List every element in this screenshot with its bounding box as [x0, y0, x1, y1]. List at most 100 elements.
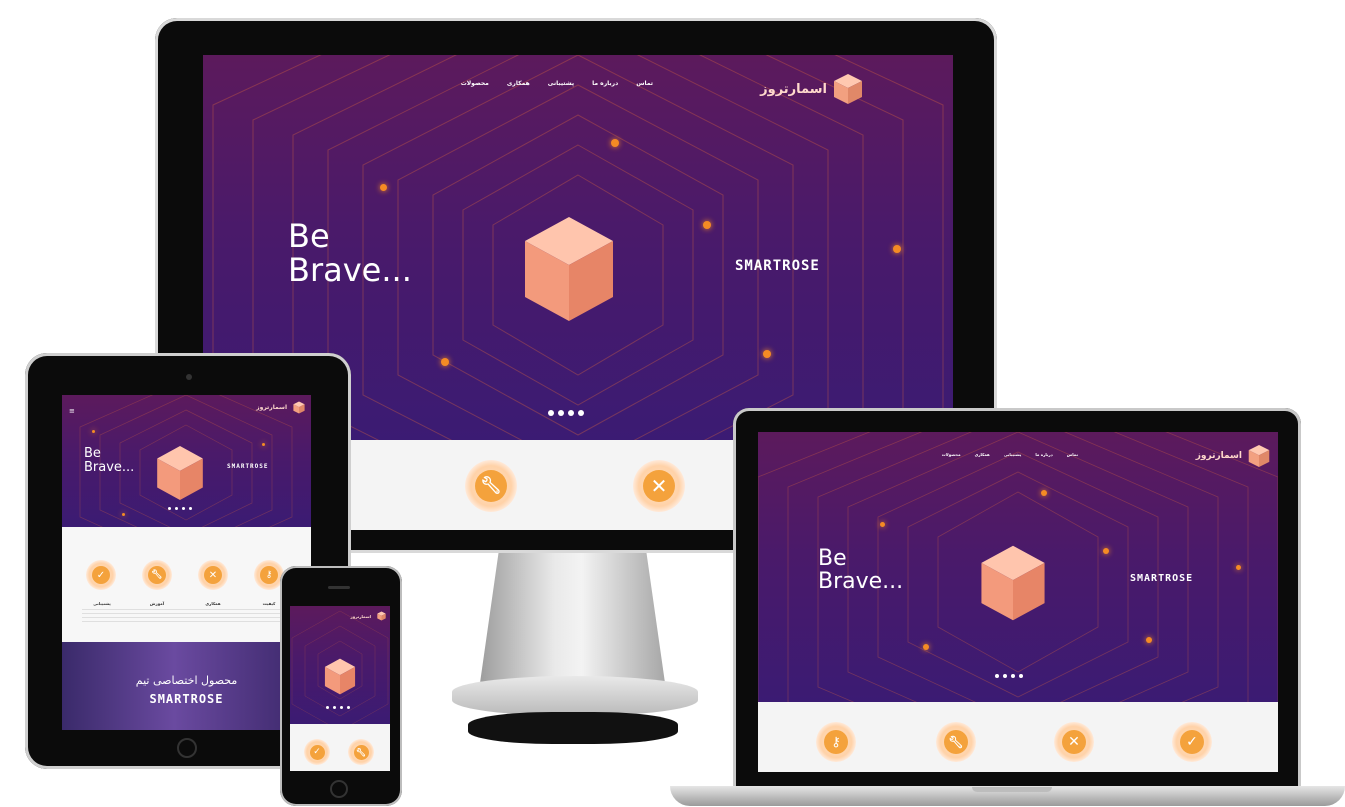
headline-line-2: Brave... [818, 569, 904, 595]
check-icon[interactable]: ✓ [86, 560, 116, 590]
laptop-trackpad-notch [972, 787, 1052, 792]
cube-logo-icon [834, 74, 862, 104]
cube-logo-icon [377, 611, 386, 621]
nav-item-4[interactable]: درباره ما [592, 80, 618, 87]
features-section: ⚷ 🔧︎ ✕ ✓ [758, 702, 1278, 772]
wrench-icon[interactable]: 🔧︎ [348, 739, 374, 765]
cube-logo-icon [293, 401, 305, 414]
product-banner-line-2: SMARTROSE [149, 692, 224, 706]
brand-name: اسمارتروز [256, 404, 287, 411]
slider-dot[interactable] [995, 674, 999, 678]
hero-cube-graphic [157, 446, 203, 500]
slider-dot[interactable] [1003, 674, 1007, 678]
headline-line-1: Be [84, 446, 101, 461]
slider-dots [326, 706, 350, 709]
slider-dot[interactable] [347, 706, 350, 709]
phone-screen: اسمارتروز ✓ 🔧︎ [290, 606, 390, 771]
cube-logo-icon [1248, 445, 1270, 467]
tablet-home-button[interactable] [177, 738, 197, 758]
laptop-screen: اسمارتروز محصولات همکاری پشتیبانی درباره… [758, 432, 1278, 772]
main-navigation: محصولات همکاری پشتیبانی درباره ما تماس [461, 80, 653, 87]
monitor-stand-base [452, 676, 698, 716]
main-navigation: محصولات همکاری پشتیبانی درباره ما تماس [942, 452, 1078, 457]
hero-wordmark: SMARTROSE [227, 463, 269, 470]
nav-item-3[interactable]: پشتیبانی [1004, 452, 1022, 457]
product-banner: محصول اختصاصی تیم SMARTROSE [62, 642, 311, 730]
site-logo[interactable]: اسمارتروز [1196, 444, 1270, 468]
headline-line-1: Be [288, 217, 330, 255]
nav-item-3[interactable]: پشتیبانی [548, 80, 574, 87]
hero-cube-graphic [525, 217, 613, 321]
orb [611, 139, 619, 147]
orb [380, 184, 387, 191]
slider-dot[interactable] [1019, 674, 1023, 678]
feature-description-lines [82, 609, 292, 623]
hero-headline: Be Brave... [818, 547, 903, 593]
slider-dot[interactable] [1011, 674, 1015, 678]
orb [880, 522, 885, 527]
phone-speaker [328, 586, 350, 589]
hero-wordmark: SMARTROSE [1130, 573, 1194, 584]
feature-title: پشتیبانی [93, 601, 111, 606]
orb [703, 221, 711, 229]
site-logo[interactable]: اسمارتروز [350, 611, 386, 621]
nav-item-4[interactable]: درباره ما [1035, 452, 1052, 457]
product-banner-line-1: محصول اختصاصی تیم [135, 674, 238, 687]
orb [92, 430, 95, 433]
slider-dots [995, 674, 1023, 678]
brand-name: اسمارتروز [1195, 451, 1242, 461]
nav-item-5[interactable]: تماس [1067, 452, 1078, 457]
tablet-camera [186, 374, 192, 380]
slider-dots [548, 410, 584, 416]
check-icon[interactable]: ✓ [304, 739, 330, 765]
wrench-icon[interactable]: 🔧︎ [142, 560, 172, 590]
slider-dot[interactable] [175, 507, 178, 510]
nav-item-2[interactable]: همکاری [507, 80, 530, 87]
slider-dot[interactable] [333, 706, 336, 709]
hero-cube-graphic [981, 545, 1045, 621]
site-logo[interactable]: اسمارتروز [256, 401, 305, 414]
nav-item-1[interactable]: محصولات [461, 80, 489, 87]
phone-hero: اسمارتروز [290, 606, 390, 724]
close-icon[interactable]: ✕ [1054, 722, 1094, 762]
tablet-screen: اسمارتروز ≡ Be Brave... SMARTROSE ✓ 🔧︎ ✕… [62, 395, 311, 730]
orb [1103, 548, 1109, 554]
close-icon[interactable]: ✕ [198, 560, 228, 590]
slider-dot[interactable] [578, 410, 584, 416]
brand-name: اسمارتروز [760, 81, 827, 97]
slider-dot[interactable] [568, 410, 574, 416]
hero-headline: Be Brave... [84, 447, 134, 474]
slider-dot[interactable] [189, 507, 192, 510]
orb [441, 358, 449, 366]
orb [763, 350, 771, 358]
key-icon[interactable]: ⚷ [816, 722, 856, 762]
orb [923, 644, 929, 650]
close-icon[interactable]: ✕ [633, 460, 685, 512]
slider-dot[interactable] [168, 507, 171, 510]
check-icon[interactable]: ✓ [1172, 722, 1212, 762]
orb [122, 513, 125, 516]
phone-home-button[interactable] [330, 780, 348, 798]
hero-cube-graphic [324, 658, 356, 695]
tablet-hero: اسمارتروز ≡ Be Brave... SMARTROSE [62, 395, 311, 527]
slider-dot[interactable] [548, 410, 554, 416]
slider-dot[interactable] [182, 507, 185, 510]
nav-item-2[interactable]: همکاری [975, 452, 990, 457]
hero-wordmark: SMARTROSE [735, 258, 820, 274]
site-logo[interactable]: اسمارتروز [760, 73, 863, 105]
headline-line-2: Brave... [84, 459, 135, 475]
slider-dot[interactable] [340, 706, 343, 709]
wrench-icon[interactable]: 🔧︎ [936, 722, 976, 762]
monitor-stand-shadow [468, 712, 678, 744]
slider-dot[interactable] [326, 706, 329, 709]
orb [893, 245, 901, 253]
monitor-stand-neck [480, 553, 665, 683]
headline-line-1: Be [818, 546, 847, 571]
nav-item-5[interactable]: تماس [636, 80, 653, 87]
hero-headline: Be Brave... [288, 217, 412, 287]
nav-item-1[interactable]: محصولات [942, 452, 961, 457]
slider-dot[interactable] [558, 410, 564, 416]
wrench-icon[interactable]: 🔧︎ [465, 460, 517, 512]
orb [262, 443, 265, 446]
hamburger-menu-icon[interactable]: ≡ [69, 407, 75, 415]
